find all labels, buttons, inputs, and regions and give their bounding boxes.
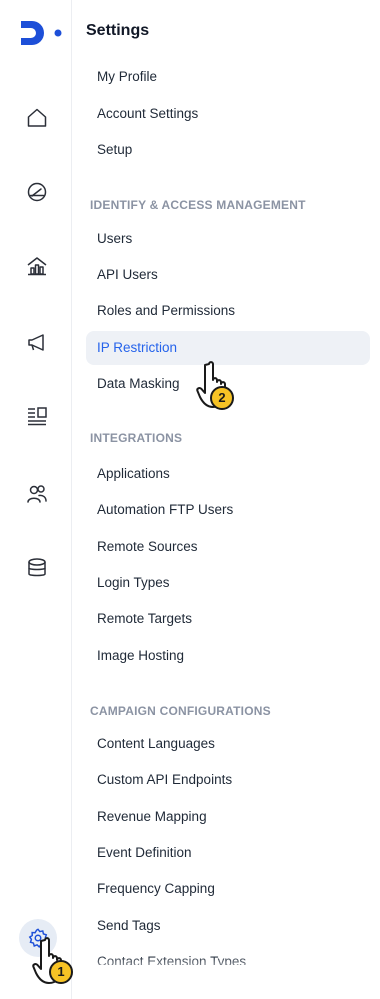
analytics-icon[interactable] xyxy=(25,254,49,278)
section-integrations: INTEGRATIONS xyxy=(90,431,183,445)
menu-item-remote-targets[interactable]: Remote Targets xyxy=(86,602,370,636)
menu-item-login-types[interactable]: Login Types xyxy=(86,566,370,600)
menu-scroll-fade xyxy=(72,955,380,999)
menu-item-send-tags[interactable]: Send Tags xyxy=(86,909,370,943)
menu-item-api-users[interactable]: API Users xyxy=(86,258,370,292)
step-badge-1: 1 xyxy=(49,960,73,984)
menu-item-setup[interactable]: Setup xyxy=(86,133,370,167)
menu-item-roles-permissions[interactable]: Roles and Permissions xyxy=(86,294,370,328)
section-identify-access: IDENTIFY & ACCESS MANAGEMENT xyxy=(90,198,306,212)
menu-item-automation-ftp-users[interactable]: Automation FTP Users xyxy=(86,493,370,527)
audience-users-icon[interactable] xyxy=(25,482,49,506)
menu-item-account-settings[interactable]: Account Settings xyxy=(86,97,370,131)
content-list-icon[interactable] xyxy=(25,404,49,428)
step-badge-2: 2 xyxy=(210,386,234,410)
menu-item-custom-api-endpoints[interactable]: Custom API Endpoints xyxy=(86,763,370,797)
menu-item-users[interactable]: Users xyxy=(86,222,370,256)
menu-item-image-hosting[interactable]: Image Hosting xyxy=(86,639,370,673)
settings-menu: Settings My Profile Account Settings Set… xyxy=(72,0,380,965)
menu-item-frequency-capping[interactable]: Frequency Capping xyxy=(86,872,370,906)
icon-rail xyxy=(0,0,72,999)
menu-item-revenue-mapping[interactable]: Revenue Mapping xyxy=(86,800,370,834)
menu-title: Settings xyxy=(86,22,150,39)
menu-item-content-languages[interactable]: Content Languages xyxy=(86,727,370,761)
campaign-megaphone-icon[interactable] xyxy=(25,330,49,354)
brand-logo-icon[interactable] xyxy=(18,18,66,48)
home-icon[interactable] xyxy=(25,106,49,130)
menu-item-remote-sources[interactable]: Remote Sources xyxy=(86,530,370,564)
menu-item-applications[interactable]: Applications xyxy=(86,457,370,491)
database-icon[interactable] xyxy=(25,556,49,580)
section-campaign-configurations: CAMPAIGN CONFIGURATIONS xyxy=(90,704,271,718)
dashboard-gauge-icon[interactable] xyxy=(25,180,49,204)
menu-item-my-profile[interactable]: My Profile xyxy=(86,60,370,94)
menu-item-event-definition[interactable]: Event Definition xyxy=(86,836,370,870)
